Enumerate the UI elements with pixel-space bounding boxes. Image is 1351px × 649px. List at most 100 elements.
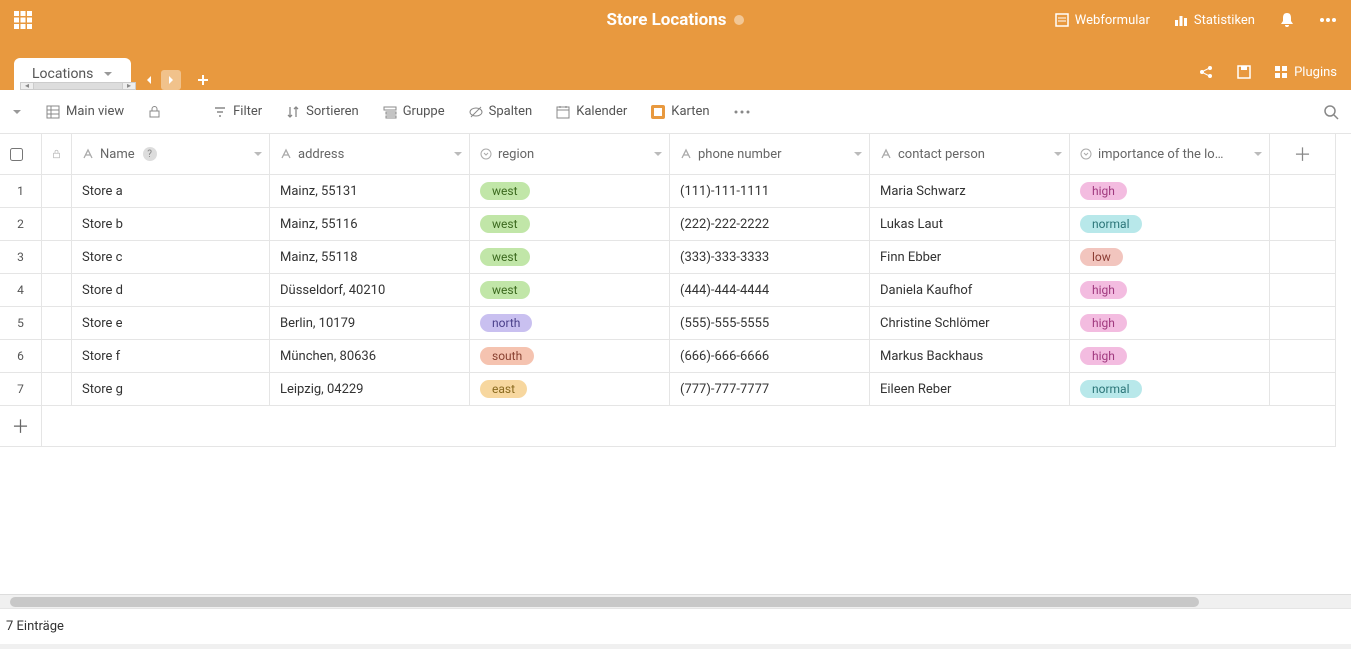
cell-address[interactable]: Mainz, 55131	[270, 175, 470, 208]
chevron-down-icon[interactable]	[1053, 149, 1063, 159]
lock-icon	[148, 105, 161, 118]
chevron-down-icon[interactable]	[653, 149, 663, 159]
cell-phone[interactable]: (222)-222-2222	[670, 208, 870, 241]
region-pill: west	[480, 248, 530, 266]
cell-empty	[1270, 175, 1336, 208]
cell-importance[interactable]: high	[1070, 307, 1270, 340]
calendar-button[interactable]: Kalender	[556, 104, 627, 119]
cell-address[interactable]: München, 80636	[270, 340, 470, 373]
row-number[interactable]: 1	[0, 175, 42, 208]
cell-region[interactable]: south	[470, 340, 670, 373]
search-button[interactable]	[1323, 104, 1339, 120]
select-all-checkbox[interactable]	[10, 148, 23, 161]
cell-region[interactable]: west	[470, 175, 670, 208]
cell-importance[interactable]: high	[1070, 340, 1270, 373]
cell-importance[interactable]: normal	[1070, 208, 1270, 241]
tab-next[interactable]	[161, 70, 181, 90]
cell-importance[interactable]: high	[1070, 175, 1270, 208]
cell-address[interactable]: Mainz, 55116	[270, 208, 470, 241]
cell-phone[interactable]: (111)-111-1111	[670, 175, 870, 208]
row-number[interactable]: 7	[0, 373, 42, 406]
select-all[interactable]	[0, 134, 42, 175]
search-icon	[1323, 104, 1339, 120]
cell-region[interactable]: west	[470, 241, 670, 274]
columns-button[interactable]: Spalten	[469, 104, 533, 119]
help-icon[interactable]: ?	[143, 147, 157, 161]
scrollbar-thumb[interactable]	[10, 597, 1199, 607]
row-number[interactable]: 5	[0, 307, 42, 340]
add-column[interactable]: ＋	[1270, 134, 1336, 175]
cell-address[interactable]: Berlin, 10179	[270, 307, 470, 340]
row-number[interactable]: 3	[0, 241, 42, 274]
cell-address[interactable]: Mainz, 55118	[270, 241, 470, 274]
cell-phone[interactable]: (444)-444-4444	[670, 274, 870, 307]
importance-pill: high	[1080, 314, 1127, 332]
more-menu[interactable]	[1319, 17, 1337, 23]
cell-contact[interactable]: Maria Schwarz	[870, 175, 1070, 208]
group-button[interactable]: Gruppe	[383, 104, 445, 119]
plugins-link[interactable]: Plugins	[1274, 65, 1337, 80]
tab-add[interactable]	[193, 70, 213, 90]
column-header-phone[interactable]: phone number	[670, 134, 870, 175]
cell-contact[interactable]: Eileen Reber	[870, 373, 1070, 406]
cell-address[interactable]: Leipzig, 04229	[270, 373, 470, 406]
cell-phone[interactable]: (777)-777-7777	[670, 373, 870, 406]
column-header-address[interactable]: address	[270, 134, 470, 175]
share-button[interactable]	[1198, 64, 1214, 80]
horizontal-scrollbar[interactable]	[0, 594, 1351, 608]
cell-name[interactable]: Store a	[72, 175, 270, 208]
cell-name[interactable]: Store f	[72, 340, 270, 373]
cell-importance[interactable]: low	[1070, 241, 1270, 274]
filter-button[interactable]: Filter	[213, 104, 262, 119]
table-icon	[46, 105, 60, 119]
add-row[interactable]: ＋	[0, 406, 42, 447]
cell-phone[interactable]: (555)-555-5555	[670, 307, 870, 340]
region-pill: east	[480, 380, 527, 398]
cell-name[interactable]: Store b	[72, 208, 270, 241]
save-button[interactable]	[1236, 64, 1252, 80]
main-view-button[interactable]: Main view	[46, 104, 124, 119]
row-number[interactable]: 4	[0, 274, 42, 307]
column-header-name[interactable]: Name ?	[72, 134, 270, 175]
cell-region[interactable]: east	[470, 373, 670, 406]
cell-contact[interactable]: Finn Ebber	[870, 241, 1070, 274]
lock-view[interactable]	[148, 105, 161, 118]
cell-name[interactable]: Store g	[72, 373, 270, 406]
notifications-button[interactable]	[1279, 12, 1295, 28]
cell-name[interactable]: Store e	[72, 307, 270, 340]
cell-name[interactable]: Store d	[72, 274, 270, 307]
view-menu-toggle[interactable]	[12, 107, 22, 117]
cell-name[interactable]: Store c	[72, 241, 270, 274]
cell-region[interactable]: west	[470, 208, 670, 241]
cell-contact[interactable]: Daniela Kaufhof	[870, 274, 1070, 307]
cell-phone[interactable]: (666)-666-6666	[670, 340, 870, 373]
chevron-down-icon[interactable]	[853, 149, 863, 159]
row-number[interactable]: 6	[0, 340, 42, 373]
cards-button[interactable]: Karten	[651, 104, 709, 119]
cell-contact[interactable]: Christine Schlömer	[870, 307, 1070, 340]
cell-importance[interactable]: high	[1070, 274, 1270, 307]
cell-region[interactable]: west	[470, 274, 670, 307]
sort-button[interactable]: Sortieren	[286, 104, 359, 119]
chevron-down-icon[interactable]	[453, 149, 463, 159]
cell-contact[interactable]: Lukas Laut	[870, 208, 1070, 241]
chevron-down-icon[interactable]	[253, 149, 263, 159]
stats-link[interactable]: Statistiken	[1174, 13, 1255, 28]
chevron-down-icon[interactable]	[1253, 149, 1263, 159]
tab-list: Locations ◂▸	[14, 58, 133, 90]
cell-contact[interactable]: Markus Backhaus	[870, 340, 1070, 373]
region-pill: west	[480, 281, 530, 299]
column-header-contact[interactable]: contact person	[870, 134, 1070, 175]
cell-importance[interactable]: normal	[1070, 373, 1270, 406]
row-number[interactable]: 2	[0, 208, 42, 241]
tab-scroll[interactable]: ◂▸	[20, 82, 136, 90]
cell-address[interactable]: Düsseldorf, 40210	[270, 274, 470, 307]
column-header-region[interactable]: region	[470, 134, 670, 175]
column-header-importance[interactable]: importance of the lo…	[1070, 134, 1270, 175]
apps-icon[interactable]	[14, 11, 32, 29]
tab-prev[interactable]	[139, 70, 159, 90]
cell-phone[interactable]: (333)-333-3333	[670, 241, 870, 274]
cell-region[interactable]: north	[470, 307, 670, 340]
webform-link[interactable]: Webformular	[1055, 13, 1150, 28]
more-toolbar[interactable]	[734, 109, 750, 115]
